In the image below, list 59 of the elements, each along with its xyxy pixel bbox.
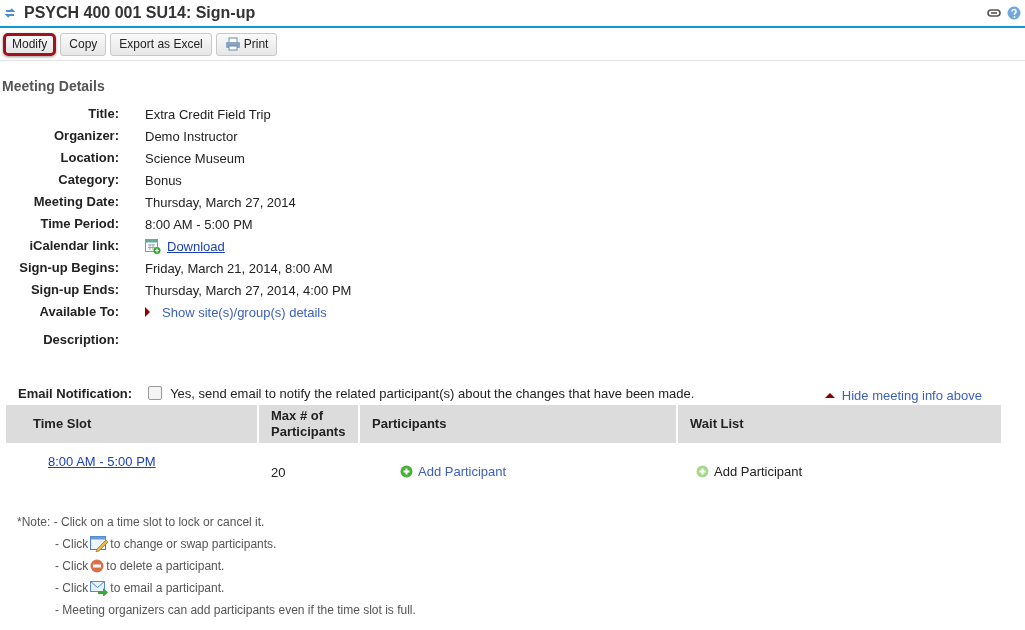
add-participant-link[interactable]: Add Participant — [418, 463, 507, 479]
note-text: to email a participant. — [110, 581, 225, 595]
field-label: iCalendar link: — [28, 237, 119, 255]
field-value: 8:00 AM - 5:00 PM — [145, 216, 253, 232]
field-label: Category: — [57, 171, 119, 189]
expand-triangle-icon — [145, 307, 150, 317]
pencil-window-icon — [90, 536, 109, 552]
add-icon — [400, 464, 413, 478]
note-text: - Click — [55, 581, 89, 595]
add-waitlist-link[interactable]: Add Participant — [714, 463, 803, 479]
print-button[interactable]: Print — [215, 32, 278, 56]
checkbox-label: Yes, send email to notify the related participant(s) about the changes that have been made. — [170, 385, 695, 401]
note-text: *Note: - Click on a time slot to lock or cancel it. — [17, 515, 265, 529]
note-text: to delete a participant. — [106, 559, 225, 573]
note-text: - Click — [55, 559, 89, 573]
calendar-icon — [145, 238, 161, 254]
field-label: Description: — [42, 331, 119, 349]
time-slot-link[interactable]: 8:00 AM - 5:00 PM — [48, 454, 156, 469]
field-value: Extra Credit Field Trip — [145, 106, 271, 122]
field-value: Bonus — [145, 172, 182, 188]
column-header: Max # of Participants — [259, 405, 358, 443]
field-value: Demo Instructor — [145, 128, 238, 144]
download-link[interactable]: Download — [167, 238, 225, 254]
note-text: - Click — [55, 537, 89, 551]
toolbar-button[interactable]: Modify — [3, 32, 57, 56]
field-value: Thursday, March 27, 2014 — [145, 194, 296, 210]
field-label: Sign-up Ends: — [29, 281, 119, 299]
note-text: to change or swap participants. — [110, 537, 277, 551]
toolbar-button[interactable]: Export as Excel — [110, 32, 212, 56]
column-header: Wait List — [678, 405, 1001, 443]
field-value: Science Museum — [145, 150, 245, 166]
column-header: Time Slot — [6, 405, 257, 443]
collapse-triangle-icon — [824, 392, 835, 398]
help-icon — [1007, 6, 1021, 20]
field-label: Available To: — [38, 303, 119, 321]
field-label: Title: — [87, 105, 119, 123]
envelope-arrow-icon — [90, 580, 109, 596]
add-icon — [696, 464, 709, 478]
details-link[interactable]: Show site(s)/group(s) details — [162, 304, 327, 320]
field-label: Email Notification: — [18, 385, 133, 401]
field-label: Location: — [59, 149, 119, 167]
field-label: Time Period: — [39, 215, 119, 233]
printer-icon — [224, 37, 241, 51]
section-title: Meeting Details — [2, 78, 106, 96]
field-label: Sign-up Begins: — [18, 259, 119, 277]
field-label: Organizer: — [53, 127, 119, 145]
note-text: - Meeting organizers can add participants even if the time slot is full. — [55, 603, 416, 617]
toolbar-button[interactable]: Copy — [60, 32, 107, 56]
page-title: PSYCH 400 001 SU14: Sign-up — [24, 4, 257, 22]
hide-info-link[interactable]: Hide meeting info above — [841, 387, 982, 403]
table-cell-text: 20 — [270, 463, 287, 482]
field-value: Thursday, March 27, 2014, 4:00 PM — [145, 282, 352, 298]
column-header: Participants — [360, 405, 676, 443]
field-value: Friday, March 21, 2014, 8:00 AM — [145, 260, 333, 276]
minus-circle-icon — [90, 559, 105, 573]
link-icon — [987, 9, 1001, 17]
refresh-icon — [4, 7, 16, 19]
checkbox[interactable] — [148, 386, 163, 400]
field-label: Meeting Date: — [32, 193, 119, 211]
